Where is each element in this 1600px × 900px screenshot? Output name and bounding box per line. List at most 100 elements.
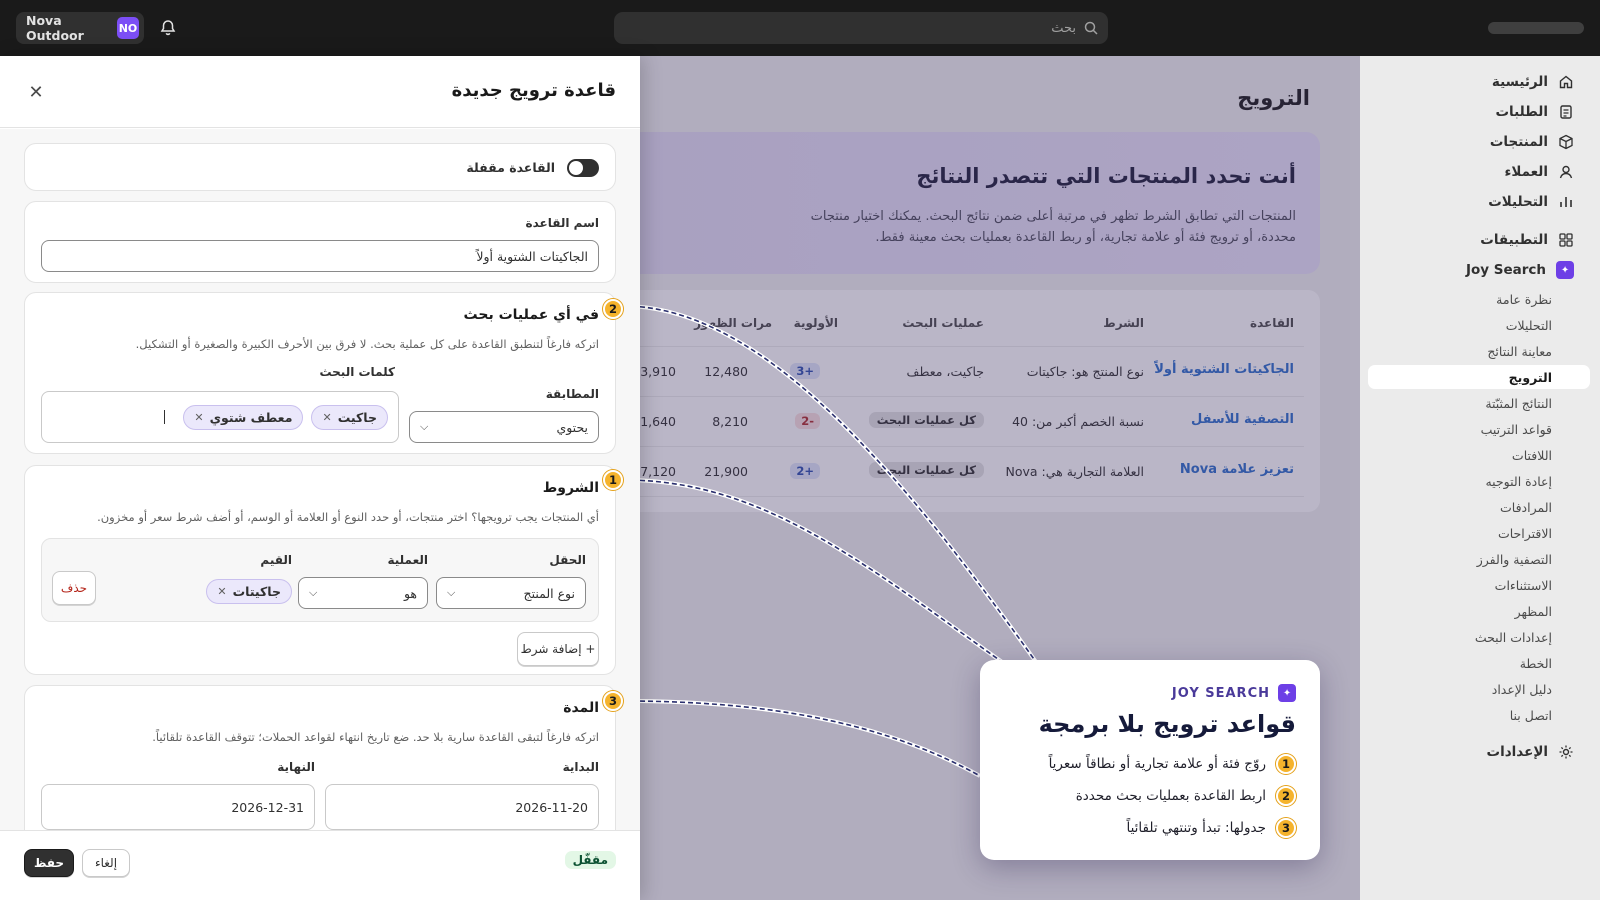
step-text: اربط القاعدة بعمليات بحث محددة bbox=[1075, 788, 1266, 804]
sidebar-item-label: الطلبات bbox=[1495, 104, 1548, 120]
sidebar-subitem[interactable]: اتصل بنا bbox=[1510, 704, 1552, 726]
search-targeting-card: في أي عمليات بحث اتركه فارغاً لتنطبق الق… bbox=[24, 292, 616, 454]
sidebar-app-label: Joy Search bbox=[1465, 262, 1546, 278]
person-icon bbox=[1559, 165, 1573, 179]
section-help: اتركه فارغاً لتنطبق القاعدة على كل عملية… bbox=[135, 337, 599, 351]
sidebar-item-label: التطبيقات bbox=[1480, 232, 1548, 248]
rule-editor-panel: قاعدة ترويج جديدة ✕ القاعدة مقفلة اسم ال… bbox=[0, 56, 640, 900]
save-button[interactable]: حفظ bbox=[24, 849, 74, 877]
sidebar-item-products[interactable]: المنتجات bbox=[1490, 130, 1574, 154]
sidebar-item-analytics[interactable]: التحليلات bbox=[1488, 190, 1574, 214]
field-select[interactable]: نوع المنتج ⌵ bbox=[436, 577, 586, 609]
sidebar-subitem[interactable]: إعدادات البحث bbox=[1475, 626, 1552, 648]
store-switcher[interactable]: Nova Outdoor NO bbox=[16, 12, 144, 44]
keyword-chip: معطف شتوي ✕ bbox=[183, 404, 304, 430]
sparkle-icon: ✦ bbox=[1556, 261, 1574, 279]
chevron-down-icon: ⌵ bbox=[447, 586, 456, 599]
match-label: المطابقة bbox=[545, 387, 599, 401]
step-number: 3 bbox=[1276, 818, 1296, 838]
panel-body: القاعدة مقفلة اسم القاعدة الجاكيتات الشت… bbox=[0, 129, 640, 830]
step-number: 1 bbox=[1276, 754, 1296, 774]
sidebar-subitem[interactable]: التصفية والفرز bbox=[1477, 548, 1552, 570]
sidebar-item-label: التحليلات bbox=[1488, 194, 1548, 210]
top-bar: Nova Outdoor NO بحث bbox=[0, 0, 1600, 56]
sidebar-subitem[interactable]: معاينة النتائج bbox=[1487, 340, 1552, 362]
remove-chip-icon[interactable]: ✕ bbox=[194, 411, 203, 424]
section-title: الشروط bbox=[542, 480, 599, 496]
sidebar-item-settings[interactable]: الإعدادات bbox=[1487, 740, 1574, 764]
sidebar-subitem[interactable]: النتائج المثبّتة bbox=[1485, 392, 1552, 414]
rule-name-label: اسم القاعدة bbox=[525, 216, 599, 230]
chip-label: معطف شتوي bbox=[209, 409, 293, 425]
bell-icon[interactable] bbox=[158, 18, 178, 38]
section-title: المدة bbox=[563, 700, 599, 716]
product-icon bbox=[1559, 134, 1573, 150]
sidebar-subitem[interactable]: إعادة التوجيه bbox=[1485, 470, 1552, 492]
callout-brand-label: JOY SEARCH bbox=[1171, 685, 1270, 701]
callout-title: قواعد ترويج بلا برمجة bbox=[1038, 710, 1296, 738]
sidebar-item-apps[interactable]: التطبيقات bbox=[1480, 228, 1574, 252]
operator-label: العملية bbox=[387, 553, 428, 567]
start-date-input[interactable]: 2026-11-20 bbox=[325, 784, 599, 830]
search-placeholder: بحث bbox=[1051, 20, 1076, 36]
callout-brand: ✦ JOY SEARCH bbox=[1172, 684, 1296, 702]
step-badge: 2 bbox=[603, 299, 623, 319]
sidebar-subitem-active[interactable]: الترويج bbox=[1509, 366, 1552, 388]
store-avatar: NO bbox=[117, 17, 139, 39]
condition-row: الحقل نوع المنتج ⌵ العملية هو ⌵ القيم جا… bbox=[41, 538, 599, 622]
sidebar-subitem[interactable]: دليل الإعداد bbox=[1492, 678, 1552, 700]
sidebar-item-orders[interactable]: الطلبات bbox=[1495, 100, 1574, 124]
keyword-chip: جاكيت ✕ bbox=[311, 404, 388, 430]
match-select[interactable]: يحتوي ⌵ bbox=[409, 411, 599, 443]
sidebar-item-customers[interactable]: العملاء bbox=[1504, 160, 1574, 184]
sidebar-item-home[interactable]: الرئيسية bbox=[1492, 70, 1574, 94]
bar-chart-icon bbox=[1560, 197, 1572, 207]
sidebar-subitem[interactable]: الخطة bbox=[1520, 652, 1552, 674]
rule-name-card: اسم القاعدة الجاكيتات الشتوية أولاً bbox=[24, 201, 616, 283]
sidebar-subitem[interactable]: الاستثناءات bbox=[1495, 574, 1552, 596]
orders-icon bbox=[1560, 105, 1572, 119]
step-text: جدولها: تبدأ وتنتهي تلقائياً bbox=[1126, 820, 1266, 836]
home-icon bbox=[1559, 75, 1573, 89]
sidebar-subitem[interactable]: نظرة عامة bbox=[1496, 288, 1552, 310]
apps-grid-icon bbox=[1559, 233, 1573, 247]
callout-step: 3 جدولها: تبدأ وتنتهي تلقائياً bbox=[1126, 818, 1296, 838]
search-input[interactable]: بحث bbox=[614, 12, 1108, 44]
chip-label: جاكيت bbox=[337, 409, 377, 425]
end-date-label: النهاية bbox=[277, 760, 315, 774]
toggle-label: القاعدة مقفلة bbox=[466, 160, 555, 175]
add-condition-button[interactable]: + إضافة شرط bbox=[517, 632, 599, 666]
sidebar-subitem[interactable]: المظهر bbox=[1515, 600, 1552, 622]
close-icon[interactable]: ✕ bbox=[26, 82, 46, 103]
step-text: روّج فئة أو علامة تجارية أو نطاقاً سعريا… bbox=[1048, 756, 1266, 772]
sidebar-subitem[interactable]: التحليلات bbox=[1506, 314, 1552, 336]
operator-select[interactable]: هو ⌵ bbox=[298, 577, 428, 609]
remove-chip-icon[interactable]: ✕ bbox=[217, 585, 226, 598]
remove-chip-icon[interactable]: ✕ bbox=[322, 411, 331, 424]
end-date-input[interactable]: 2026-12-31 bbox=[41, 784, 315, 830]
sidebar-subitem[interactable]: اللافتات bbox=[1512, 444, 1552, 466]
field-value: نوع المنتج bbox=[523, 585, 576, 601]
keywords-input[interactable]: جاكيت ✕ معطف شتوي ✕ bbox=[41, 391, 399, 443]
lock-toggle[interactable] bbox=[567, 159, 599, 177]
sidebar-subitem[interactable]: قواعد الترتيب bbox=[1481, 418, 1552, 440]
rule-name-input[interactable]: الجاكيتات الشتوية أولاً bbox=[41, 240, 599, 272]
step-badge: 1 bbox=[603, 470, 623, 490]
step-badge: 3 bbox=[603, 691, 623, 711]
step-number: 2 bbox=[1276, 786, 1296, 806]
sparkle-icon: ✦ bbox=[1278, 684, 1296, 702]
feature-callout: ✦ JOY SEARCH قواعد ترويج بلا برمجة 1 روّ… bbox=[980, 660, 1320, 860]
sidebar-item-label: الإعدادات bbox=[1486, 744, 1548, 760]
status-badge: مقفّل bbox=[564, 851, 616, 869]
section-help: اتركه فارغاً لتبقى القاعدة سارية بلا حد.… bbox=[152, 730, 599, 744]
cancel-button[interactable]: إلغاء bbox=[82, 849, 130, 877]
sidebar-subitem[interactable]: الاقتراحات bbox=[1498, 522, 1552, 544]
sidebar-subitem[interactable]: المرادفات bbox=[1500, 496, 1552, 518]
lock-toggle-card: القاعدة مقفلة bbox=[24, 143, 616, 191]
user-menu[interactable] bbox=[1488, 22, 1584, 34]
search-icon bbox=[1084, 21, 1098, 35]
delete-condition-button[interactable]: حذف bbox=[52, 571, 96, 605]
duration-card: المدة اتركه فارغاً لتبقى القاعدة سارية ب… bbox=[24, 685, 616, 830]
sidebar-app-joy-search[interactable]: ✦ Joy Search bbox=[1466, 258, 1574, 282]
operator-value: هو bbox=[403, 585, 417, 601]
